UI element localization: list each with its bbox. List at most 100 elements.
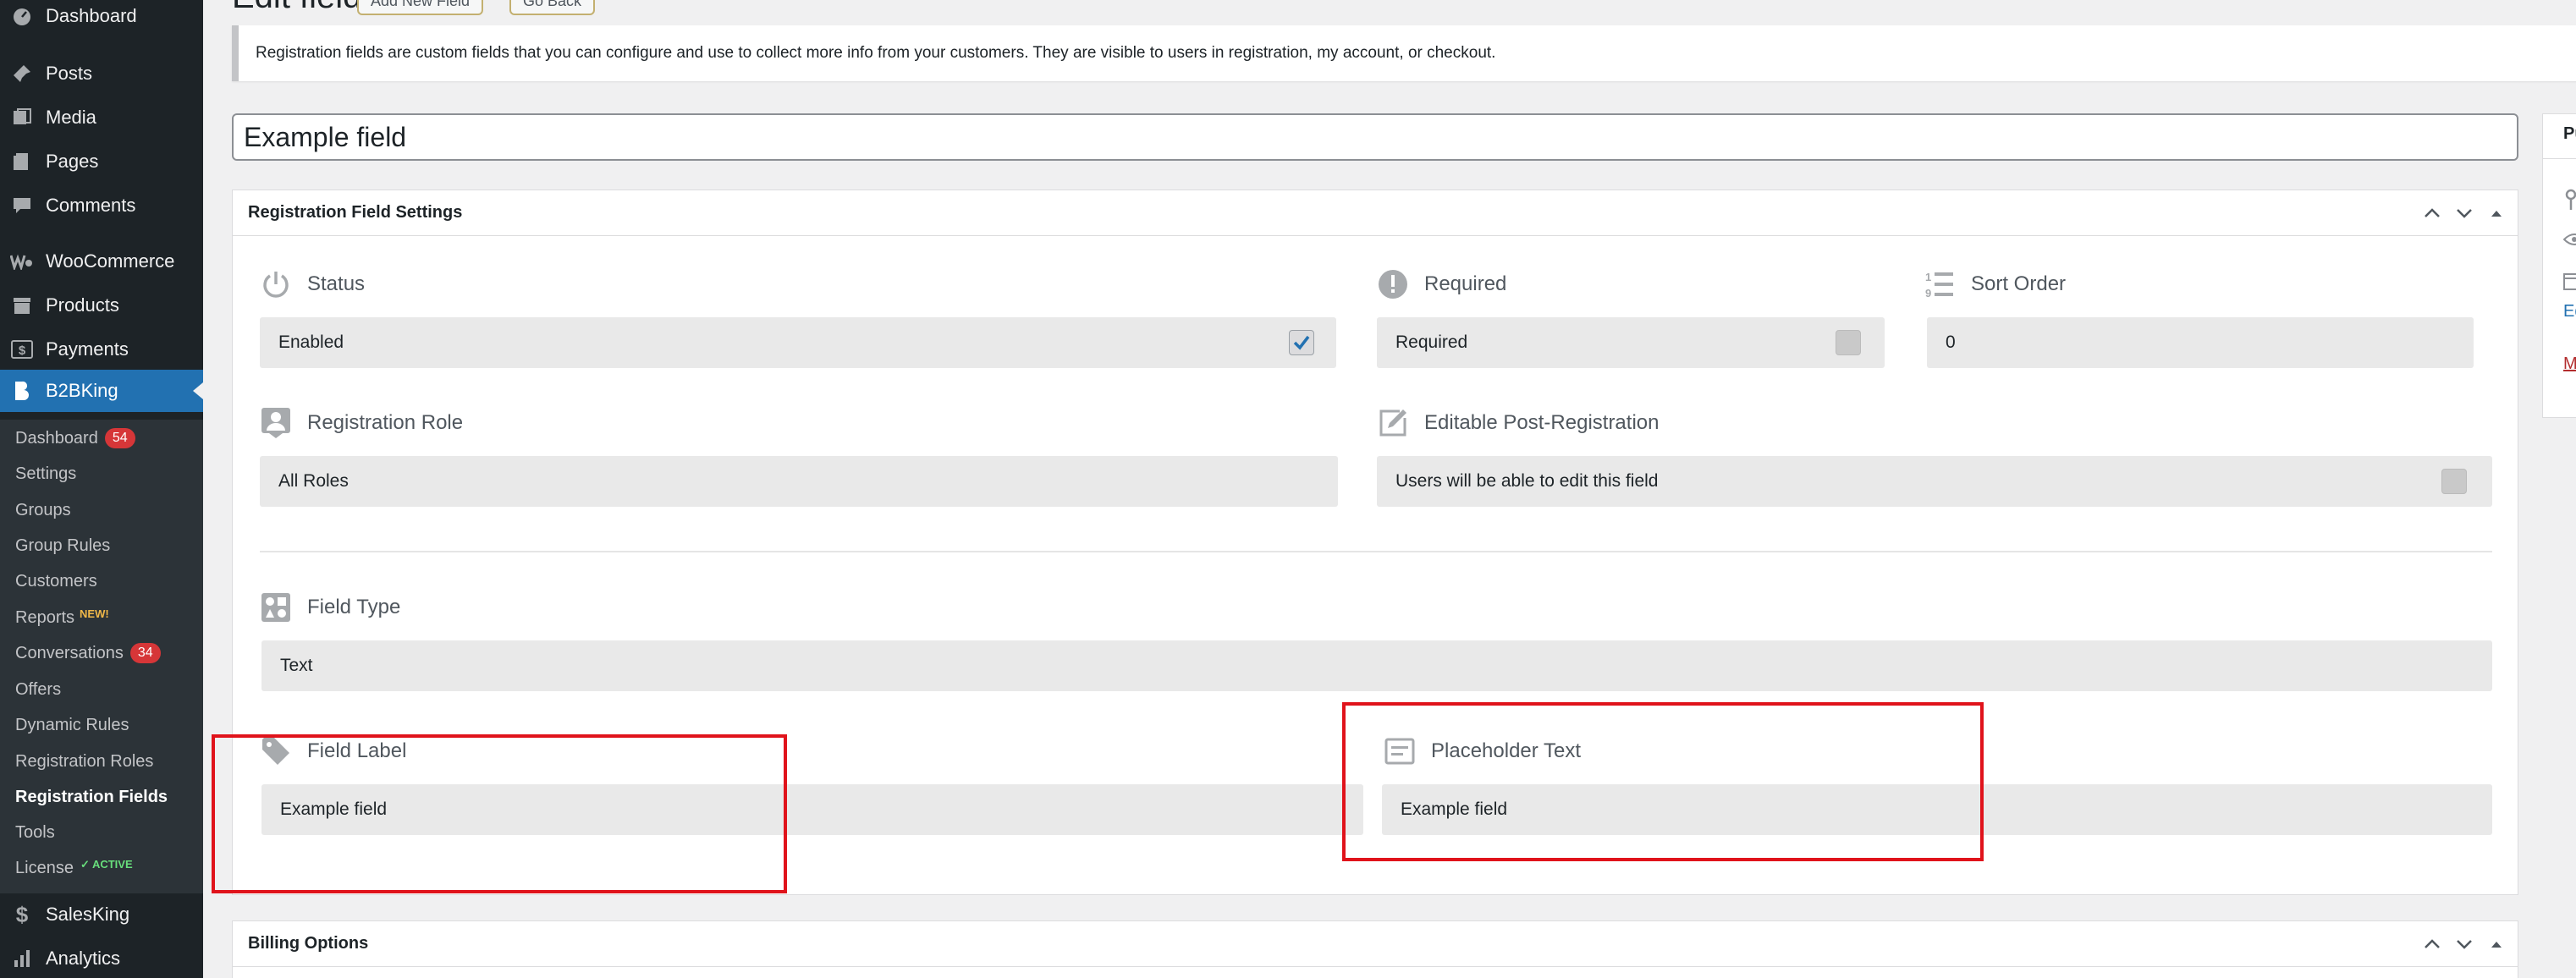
svg-text:1: 1 (1925, 271, 1931, 283)
submenu-label: Dynamic Rules (15, 715, 129, 734)
menu-label: Payments (46, 338, 129, 360)
comment-icon (10, 194, 34, 217)
divider (2543, 158, 2576, 159)
menu-analytics[interactable]: Analytics (0, 937, 203, 978)
required-value: Required (1395, 332, 1468, 352)
warning-icon (1377, 268, 1409, 300)
postbox-header: Billing Options (233, 921, 2518, 967)
pin-icon (10, 62, 34, 85)
calendar-icon (2563, 272, 2576, 294)
submenu-label: Offers (15, 679, 62, 699)
status-label: Status (260, 268, 365, 300)
submenu-customers[interactable]: Customers (15, 569, 97, 593)
info-notice: Registration fields are custom fields th… (232, 25, 2576, 81)
move-down-icon[interactable] (2452, 931, 2477, 957)
postbox-header: Registration Field Settings (233, 190, 2518, 236)
billing-options-box: Billing Options (232, 920, 2518, 978)
submenu-offers[interactable]: Offers (15, 678, 61, 701)
required-checkbox[interactable] (1836, 330, 1861, 355)
media-icon (10, 106, 34, 129)
page-title: Edit field (232, 0, 361, 16)
sort-list-icon: 19 (1924, 268, 1956, 300)
menu-label: SalesKing (46, 904, 130, 925)
go-back-button[interactable]: Go Back (509, 0, 596, 15)
field-type-select[interactable]: Text (261, 640, 2492, 691)
field-type-label: Field Type (260, 591, 400, 624)
submenu-dynamic-rules[interactable]: Dynamic Rules (15, 713, 129, 737)
menu-posts[interactable]: Posts (0, 52, 203, 95)
menu-salesking[interactable]: $ SalesKing (0, 893, 203, 936)
menu-label: Products (46, 294, 119, 316)
label-text: Sort Order (1971, 272, 2067, 295)
menu-woocommerce[interactable]: WooCommerce (0, 240, 203, 283)
eye-icon (2562, 233, 2576, 250)
menu-label: Pages (46, 151, 99, 172)
key-icon (2565, 189, 2576, 215)
b2bking-icon (10, 379, 34, 403)
move-to-trash-link[interactable]: Mo (2563, 354, 2576, 374)
move-up-icon[interactable] (2419, 201, 2445, 226)
registration-role-select[interactable]: All Roles (260, 456, 1338, 507)
submenu-label: License (15, 858, 74, 877)
notification-badge: 54 (104, 428, 135, 448)
postbox-title: Registration Field Settings (248, 203, 463, 222)
postbox-title: Billing Options (248, 934, 369, 953)
menu-dashboard[interactable]: Dashboard (0, 0, 203, 37)
edit-icon (1377, 407, 1409, 439)
label-text: Required (1424, 272, 1507, 295)
submenu-registration-roles[interactable]: Registration Roles (15, 750, 153, 773)
bar-chart-icon (10, 947, 34, 970)
submenu-label: Registration Fields (15, 787, 168, 806)
publish-title: Pu (2563, 124, 2576, 143)
submenu-license[interactable]: License ✓ ACTIVE (15, 856, 133, 880)
status-checkbox[interactable] (1289, 330, 1314, 355)
submenu-label: Group Rules (15, 536, 111, 555)
sort-order-label: 19 Sort Order (1924, 268, 2066, 300)
edit-link[interactable]: Ed (2563, 302, 2576, 321)
status-field[interactable]: Enabled (260, 317, 1336, 368)
collapse-toggle-icon[interactable] (2484, 201, 2509, 226)
label-text: Status (307, 272, 366, 295)
submenu-groups[interactable]: Groups (15, 498, 71, 522)
submenu-dashboard[interactable]: Dashboard 54 (15, 426, 135, 450)
submenu-label: Dashboard (15, 428, 98, 448)
menu-label: WooCommerce (46, 250, 175, 272)
menu-label: Posts (46, 63, 93, 84)
submenu-label: Conversations (15, 643, 124, 662)
submenu-label: Registration Roles (15, 751, 154, 771)
menu-payments[interactable]: $ Payments (0, 328, 203, 371)
menu-b2bking[interactable]: B2BKing (0, 370, 203, 412)
field-type-value: Text (280, 656, 313, 675)
submenu-conversations[interactable]: Conversations 34 (15, 641, 161, 665)
editable-field[interactable]: Users will be able to edit this field (1377, 456, 2492, 507)
submenu-label: Customers (15, 571, 97, 591)
submenu-registration-fields[interactable]: Registration Fields (15, 785, 168, 809)
menu-label: Comments (46, 195, 136, 216)
submenu-label: Groups (15, 500, 71, 519)
submenu-reports[interactable]: Reports NEW! (15, 606, 109, 629)
submenu-group-rules[interactable]: Group Rules (15, 534, 110, 558)
editable-checkbox[interactable] (2441, 469, 2467, 494)
move-down-icon[interactable] (2452, 201, 2477, 226)
menu-pages[interactable]: Pages (0, 140, 203, 183)
submenu-tools[interactable]: Tools (15, 821, 55, 844)
checkmark-icon (1293, 335, 1310, 350)
user-icon (260, 407, 292, 439)
registration-role-value: All Roles (278, 471, 349, 491)
label-text: Editable Post-Registration (1424, 411, 1660, 434)
menu-products[interactable]: Products (0, 284, 203, 327)
sort-order-value: 0 (1946, 332, 1956, 352)
svg-text:$: $ (16, 904, 29, 926)
menu-comments[interactable]: Comments (0, 184, 203, 227)
submenu-settings[interactable]: Settings (15, 462, 76, 486)
sort-order-input[interactable]: 0 (1927, 317, 2474, 368)
required-field[interactable]: Required (1377, 317, 1885, 368)
move-up-icon[interactable] (2419, 931, 2445, 957)
submenu-label: Reports (15, 607, 75, 627)
add-new-field-button[interactable]: Add New Field (357, 0, 484, 15)
collapse-toggle-icon[interactable] (2484, 931, 2509, 957)
field-title-input[interactable]: Example field (232, 113, 2518, 161)
menu-media[interactable]: Media (0, 96, 203, 139)
submenu-label: Tools (15, 822, 55, 842)
notification-badge: 34 (129, 643, 161, 663)
